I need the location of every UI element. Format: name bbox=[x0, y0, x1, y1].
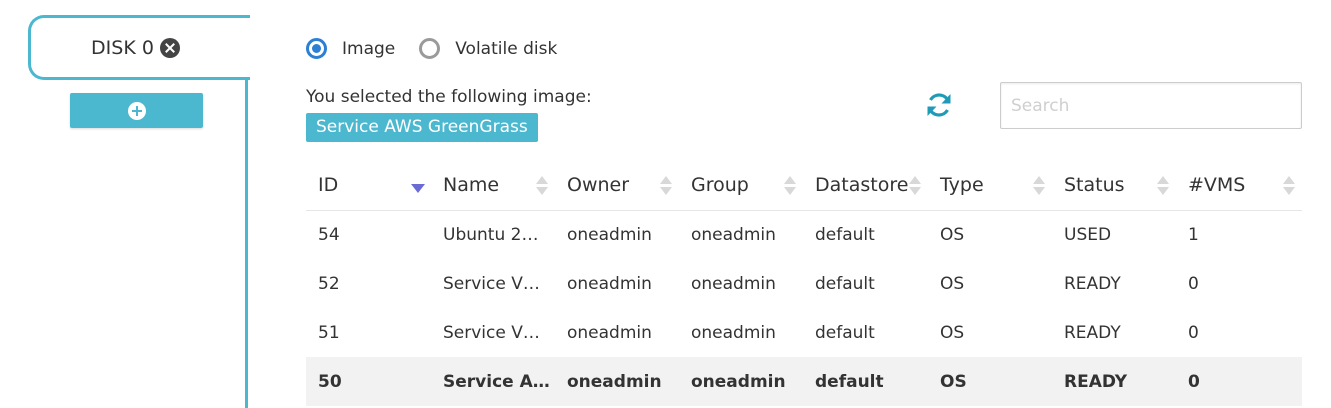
image-source-radio-group: Image Volatile disk bbox=[306, 38, 581, 59]
cell-id: 50 bbox=[306, 357, 431, 406]
cell-datastore: default bbox=[803, 357, 928, 406]
plus-icon bbox=[127, 101, 146, 120]
sort-icon[interactable] bbox=[908, 176, 922, 196]
radio-option-image[interactable]: Image bbox=[306, 38, 395, 59]
cell-type: OS bbox=[928, 357, 1052, 406]
cell-group: oneadmin bbox=[679, 357, 803, 406]
cell-owner: oneadmin bbox=[555, 357, 679, 406]
cell-group: oneadmin bbox=[691, 273, 776, 294]
tab-disk-0[interactable]: DISK 0 bbox=[28, 15, 250, 80]
column-header-label: Name bbox=[443, 173, 500, 196]
radio-image[interactable] bbox=[306, 38, 327, 59]
column-header-name[interactable]: Name bbox=[431, 160, 555, 211]
cell-owner: oneadmin bbox=[567, 224, 652, 245]
sort-icon[interactable] bbox=[783, 176, 797, 196]
cell-name: Service V… bbox=[443, 273, 540, 294]
column-header-type[interactable]: Type bbox=[928, 160, 1052, 211]
table-row[interactable]: 51 Service V… oneadmin oneadmin default … bbox=[306, 308, 1302, 357]
cell-owner: oneadmin bbox=[567, 273, 652, 294]
cell-status: READY bbox=[1064, 273, 1121, 294]
cell-datastore: default bbox=[815, 224, 875, 245]
cell-status: USED bbox=[1064, 224, 1112, 245]
sort-icon[interactable] bbox=[1032, 176, 1046, 196]
column-header-label: Owner bbox=[567, 173, 630, 196]
column-header-status[interactable]: Status bbox=[1052, 160, 1176, 211]
radio-volatile-disk-label: Volatile disk bbox=[455, 38, 558, 59]
cell-datastore: default bbox=[815, 322, 875, 343]
cell-group: oneadmin bbox=[691, 322, 776, 343]
column-header-label: Datastore bbox=[815, 173, 909, 196]
table-row-selected[interactable]: 50 Service A… oneadmin oneadmin default … bbox=[306, 357, 1302, 406]
cell-vms: 0 bbox=[1176, 357, 1302, 406]
column-header-label: Group bbox=[691, 173, 749, 196]
sort-icon[interactable] bbox=[1282, 176, 1296, 196]
column-header-label: Type bbox=[940, 173, 984, 196]
column-header-owner[interactable]: Owner bbox=[555, 160, 679, 211]
column-header-vms[interactable]: #VMS bbox=[1176, 160, 1302, 211]
table-header-row: ID Name Owner Group Datastore Type Statu… bbox=[306, 160, 1302, 211]
disk-tab-label: DISK 0 bbox=[91, 36, 154, 59]
cell-type: OS bbox=[940, 273, 965, 294]
column-header-label: #VMS bbox=[1188, 173, 1246, 196]
search-input[interactable] bbox=[1000, 82, 1302, 129]
sort-icon[interactable] bbox=[659, 176, 673, 196]
cell-name: Ubuntu 2… bbox=[443, 224, 539, 245]
cell-vms: 1 bbox=[1188, 224, 1199, 245]
close-icon[interactable] bbox=[159, 37, 180, 58]
cell-id: 52 bbox=[318, 273, 340, 294]
cell-id: 54 bbox=[318, 224, 340, 245]
cell-vms: 0 bbox=[1188, 273, 1199, 294]
radio-option-volatile-disk[interactable]: Volatile disk bbox=[419, 38, 557, 59]
column-header-group[interactable]: Group bbox=[679, 160, 803, 211]
cell-datastore: default bbox=[815, 273, 875, 294]
radio-image-label: Image bbox=[342, 38, 396, 59]
cell-owner: oneadmin bbox=[567, 322, 652, 343]
images-table: ID Name Owner Group Datastore Type Statu… bbox=[306, 160, 1302, 406]
tab-divider bbox=[245, 78, 248, 408]
cell-name: Service A… bbox=[431, 357, 555, 406]
cell-status: READY bbox=[1052, 357, 1176, 406]
sort-icon[interactable] bbox=[1156, 176, 1170, 196]
cell-id: 51 bbox=[318, 322, 340, 343]
column-header-id[interactable]: ID bbox=[306, 160, 431, 211]
cell-type: OS bbox=[940, 224, 965, 245]
selected-image-badge: Service AWS GreenGrass bbox=[306, 113, 538, 142]
radio-volatile-disk[interactable] bbox=[419, 38, 441, 59]
column-header-datastore[interactable]: Datastore bbox=[803, 160, 928, 211]
cell-group: oneadmin bbox=[691, 224, 776, 245]
column-header-label: Status bbox=[1064, 173, 1125, 196]
sort-descending-icon[interactable] bbox=[411, 184, 425, 193]
column-header-label: ID bbox=[318, 173, 339, 196]
cell-name: Service V… bbox=[443, 322, 540, 343]
cell-status: READY bbox=[1064, 322, 1121, 343]
cell-vms: 0 bbox=[1188, 322, 1199, 343]
table-row[interactable]: 52 Service V… oneadmin oneadmin default … bbox=[306, 259, 1302, 308]
cell-type: OS bbox=[940, 322, 965, 343]
selection-label: You selected the following image: bbox=[306, 87, 592, 107]
sort-icon[interactable] bbox=[535, 176, 549, 196]
add-disk-button[interactable] bbox=[70, 93, 203, 128]
table-row[interactable]: 54 Ubuntu 2… oneadmin oneadmin default O… bbox=[306, 210, 1302, 259]
refresh-icon[interactable] bbox=[924, 90, 954, 120]
